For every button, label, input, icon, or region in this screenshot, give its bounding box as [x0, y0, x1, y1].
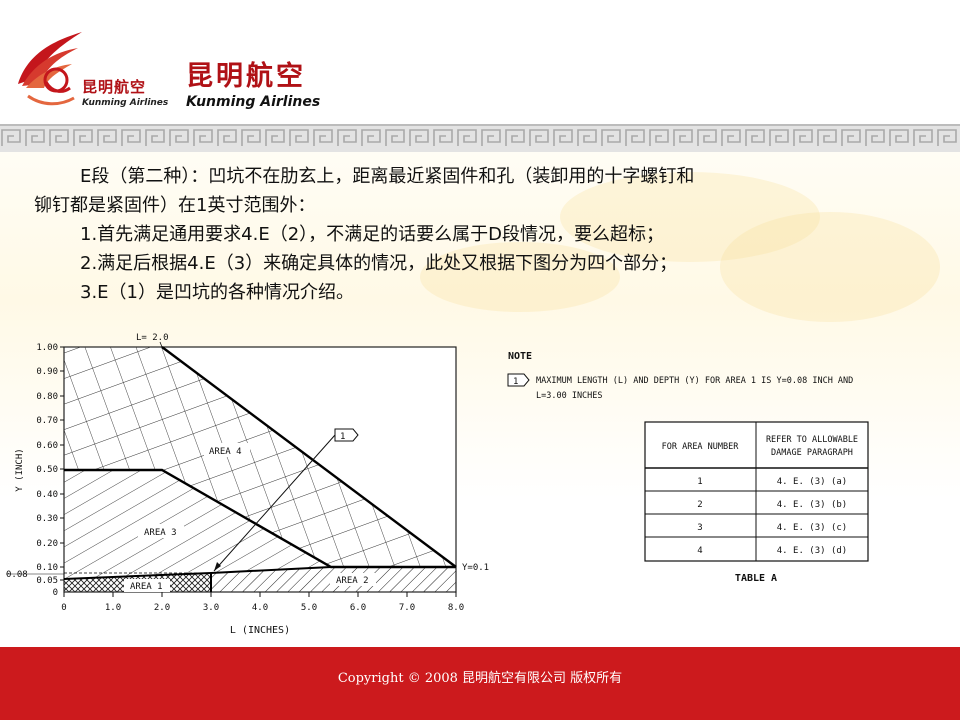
x-tick-label: 3.0: [203, 603, 219, 613]
y-tick-label: 0.10: [36, 563, 58, 573]
small-logo-en: Kunming Airlines: [82, 98, 169, 108]
y-tick-label: 0.20: [36, 539, 58, 549]
text-line: 3.E（1）是凹坑的各种情况介绍。: [80, 282, 354, 303]
y-tick-label: 0.40: [36, 490, 58, 500]
table-cell: 4. E. (3) (a): [777, 477, 847, 487]
header: 昆明航空 Kunming Airlines 昆明航空 Kunming Airli…: [0, 0, 960, 124]
table-cell: 3: [697, 523, 702, 533]
label-Y: Y=0.1: [462, 563, 489, 573]
note-title: NOTE: [508, 351, 532, 362]
table-header: DAMAGE PARAGRAPH: [771, 448, 853, 458]
big-logo-en: Kunming Airlines: [186, 94, 321, 110]
decorative-cloud: [720, 212, 940, 322]
y-tick-label: 1.00: [36, 343, 58, 353]
x-tick-label: 8.0: [448, 603, 464, 613]
x-tick-marks: [63, 592, 457, 597]
x-axis-title: L (INCHES): [230, 625, 290, 636]
table-cell: 4: [697, 546, 702, 556]
y-extra-tick-label: 0.08: [6, 570, 28, 580]
big-logo-text: 昆明航空 Kunming Airlines: [186, 61, 321, 111]
x-tick-label: 5.0: [301, 603, 317, 613]
small-logo-text: 昆明航空 Kunming Airlines: [82, 76, 168, 108]
y-tick-label: 0.90: [36, 367, 58, 377]
phoenix-logo-icon: [18, 32, 82, 106]
x-tick-label: 4.0: [252, 603, 268, 613]
x-tick-label: 1.0: [105, 603, 121, 613]
y-axis-ticks: 1.00 0.90 0.80 0.70 0.60 0.50 0.40 0.30 …: [36, 343, 58, 598]
text-line: 铆钉都是紧固件）在1英寸范围外：: [34, 195, 316, 216]
y-tick-label: 0: [53, 588, 58, 598]
area-4-label: AREA 4: [209, 447, 242, 457]
y-tick-label: 0.60: [36, 441, 58, 451]
table-header: FOR AREA NUMBER: [662, 442, 740, 452]
table-cell: 1: [697, 477, 702, 487]
text-line: 1.首先满足通用要求4.E（2），不满足的话要么属于D段情况，要么超标；: [80, 224, 665, 245]
x-tick-label: 7.0: [399, 603, 415, 613]
x-tick-label: 2.0: [154, 603, 170, 613]
x-axis-ticks: 0 1.0 2.0 3.0 4.0 5.0 6.0 7.0 8.0: [61, 603, 464, 613]
callout-text: 1: [340, 432, 345, 442]
y-tick-label: 0.05: [36, 576, 58, 586]
note-flag-text: 1: [513, 377, 518, 387]
text-line: 2.满足后根据4.E（3）来确定具体的情况，此处又根据下图分为四个部分；: [80, 253, 678, 274]
x-tick-label: 6.0: [350, 603, 366, 613]
dent-damage-diagram: AREA 4 AREA 3 AREA 2 AREA 1 L= 2.0 Y=0.1…: [0, 325, 960, 647]
reference-table: FOR AREA NUMBER REFER TO ALLOWABLE DAMAG…: [644, 421, 869, 562]
y-tick-label: 0.30: [36, 514, 58, 524]
label-L: L= 2.0: [136, 333, 169, 343]
area-3-label: AREA 3: [144, 528, 177, 538]
table-cell: 4. E. (3) (d): [777, 546, 847, 556]
table-cell: 2: [697, 500, 702, 510]
area-1-label: AREA 1: [130, 582, 163, 592]
copyright-text: Copyright © 2008 昆明航空有限公司 版权所有: [337, 671, 623, 686]
note-line-2: L=3.00 INCHES: [536, 391, 603, 401]
callout-flag-icon: [334, 428, 359, 442]
table-caption: TABLE A: [735, 573, 777, 584]
big-logo-cn: 昆明航空: [186, 61, 306, 92]
x-tick-label: 0: [61, 603, 66, 613]
table-cell: 4. E. (3) (c): [777, 523, 847, 533]
y-tick-label: 0.80: [36, 392, 58, 402]
table-header: REFER TO ALLOWABLE: [766, 435, 858, 445]
text-line: E段（第二种）：凹坑不在肋玄上，距离最近紧固件和孔（装卸用的十字螺钉和: [80, 166, 695, 187]
y-axis-title: Y (INCH): [15, 448, 25, 491]
y-tick-label: 0.50: [36, 465, 58, 475]
note-line-1: MAXIMUM LENGTH (L) AND DEPTH (Y) FOR ARE…: [536, 376, 853, 386]
table-cell: 4. E. (3) (b): [777, 500, 847, 510]
area-2-label: AREA 2: [336, 576, 369, 586]
fret-pattern-icon: [0, 126, 960, 150]
note-flag-icon: [507, 373, 530, 387]
small-logo-cn: 昆明航空: [82, 78, 147, 96]
y-tick-label: 0.70: [36, 416, 58, 426]
